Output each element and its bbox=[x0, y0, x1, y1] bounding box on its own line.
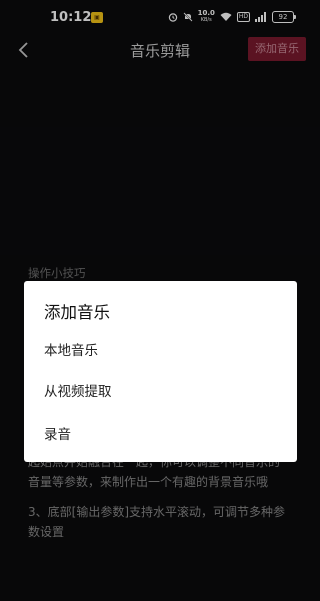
dialog-title: 添加音乐 bbox=[44, 303, 110, 322]
option-extract-from-video[interactable]: 从视频提取 bbox=[44, 377, 284, 407]
add-music-dialog: 添加音乐 本地音乐 从视频提取 录音 bbox=[24, 281, 297, 462]
option-local-music[interactable]: 本地音乐 bbox=[44, 336, 284, 366]
option-record-audio[interactable]: 录音 bbox=[44, 420, 284, 450]
